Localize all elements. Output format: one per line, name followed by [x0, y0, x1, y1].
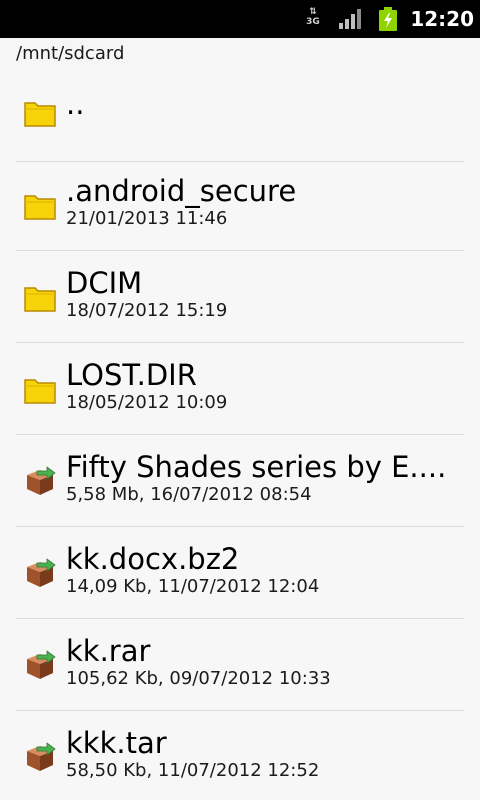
file-meta: 18/05/2012 10:09 [66, 392, 228, 413]
archive-box-icon [27, 466, 56, 495]
status-clock: 12:20 [410, 7, 474, 31]
file-meta: 58,50 Kb, 11/07/2012 12:52 [66, 760, 320, 781]
file-meta: 105,62 Kb, 09/07/2012 10:33 [66, 668, 331, 689]
folder-icon [24, 379, 56, 404]
file-row-archive[interactable]: kk.rar 105,62 Kb, 09/07/2012 10:33 [0, 619, 480, 711]
file-name: DCIM [66, 266, 143, 300]
file-meta [66, 124, 466, 148]
file-row-folder[interactable]: .android_secure 21/01/2013 11:46 [0, 159, 480, 251]
current-path: /mnt/sdcard [16, 43, 125, 64]
file-name: kk.rar [66, 634, 151, 668]
battery-charging-icon [379, 7, 397, 31]
folder-icon [24, 102, 56, 127]
file-name: kk.docx.bz2 [66, 542, 240, 576]
network-arrows: ⇅ [309, 7, 317, 17]
archive-box-icon [27, 650, 56, 679]
file-meta: 14,09 Kb, 11/07/2012 12:04 [66, 576, 320, 597]
network-3g-icon: ⇅ 3G [302, 8, 324, 30]
signal-strength-icon [339, 9, 361, 29]
file-row-archive[interactable]: Fifty Shades series by E.... 5,58 Mb, 16… [0, 435, 480, 527]
file-row-parent-directory[interactable]: .. [0, 70, 480, 162]
path-bar: /mnt/sdcard [0, 38, 480, 70]
archive-box-icon [27, 558, 56, 587]
file-meta: 21/01/2013 11:46 [66, 208, 228, 229]
folder-icon [24, 195, 56, 220]
file-name: kkk.tar [66, 726, 167, 760]
file-name: .. [66, 87, 85, 121]
status-bar: ⇅ 3G 12:20 [0, 0, 480, 38]
file-name: Fifty Shades series by E.... [66, 450, 447, 484]
file-name: LOST.DIR [66, 358, 197, 392]
network-type-label: 3G [306, 17, 320, 27]
file-row-archive[interactable]: kk.docx.bz2 14,09 Kb, 11/07/2012 12:04 [0, 527, 480, 619]
file-row-folder[interactable]: DCIM 18/07/2012 15:19 [0, 251, 480, 343]
folder-icon [24, 287, 56, 312]
file-row-archive[interactable]: kkk.tar 58,50 Kb, 11/07/2012 12:52 [0, 711, 480, 803]
file-name: .android_secure [66, 174, 297, 208]
archive-box-icon [27, 742, 56, 771]
file-list[interactable]: .. .android_secure 21/01/2013 11:46 DCIM… [0, 70, 480, 800]
file-meta: 18/07/2012 15:19 [66, 300, 228, 321]
file-meta: 5,58 Mb, 16/07/2012 08:54 [66, 484, 312, 505]
file-row-folder[interactable]: LOST.DIR 18/05/2012 10:09 [0, 343, 480, 435]
